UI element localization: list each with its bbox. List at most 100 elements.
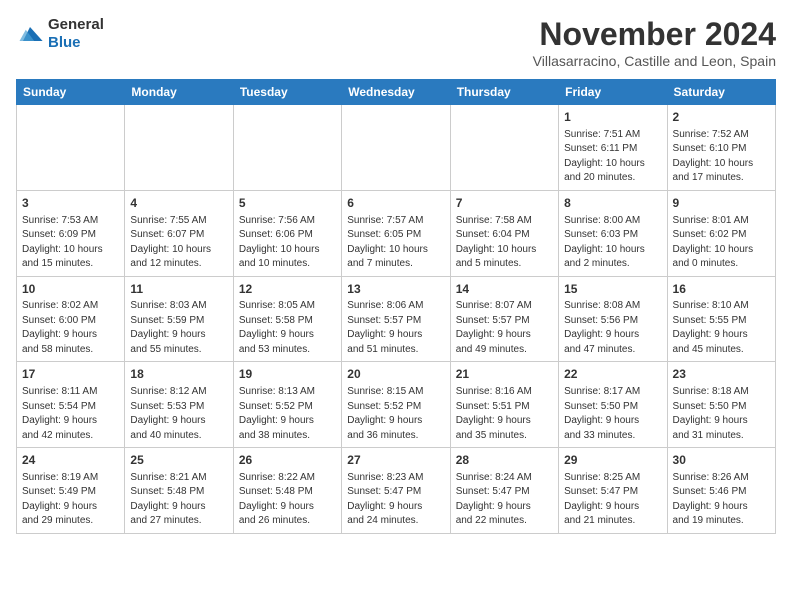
calendar-cell: 16Sunrise: 8:10 AM Sunset: 5:55 PM Dayli… (667, 276, 775, 362)
day-number: 2 (673, 109, 770, 126)
calendar-week-4: 17 Sunrise: 8:11 AM Sunset: 5:54 PM Dayli… (17, 362, 776, 448)
calendar-cell: 6 Sunrise: 7:57 AM Sunset: 6:05 PM Daylig… (342, 190, 450, 276)
location-subtitle: Villasarracino, Castille and Leon, Spain (533, 53, 776, 69)
calendar-cell: 30 Sunrise: 8:26 AM Sunset: 5:46 PM Dayli… (667, 448, 775, 534)
day-number: 13 (347, 281, 444, 298)
page-header: General Blue November 2024 Villasarracin… (16, 16, 776, 69)
day-info: Sunrise: 8:00 AM Sunset: 6:03 PM Dayligh… (564, 214, 661, 272)
day-number: 6 (347, 195, 444, 212)
day-number: 23 (673, 366, 770, 383)
day-info: Sunrise: 8:22 AM Sunset: 5:48 PM Dayligh… (239, 471, 336, 529)
weekday-header-friday: Friday (559, 80, 667, 105)
day-number: 22 (564, 366, 661, 383)
day-info: Sunrise: 8:11 AM Sunset: 5:54 PM Dayligh… (22, 385, 119, 443)
calendar-cell: 25 Sunrise: 8:21 AM Sunset: 5:48 PM Dayli… (125, 448, 233, 534)
day-number: 5 (239, 195, 336, 212)
day-info: Sunrise: 7:52 AM Sunset: 6:10 PM Dayligh… (673, 128, 770, 186)
calendar-cell (125, 105, 233, 191)
day-info: Sunrise: 8:21 AM Sunset: 5:48 PM Dayligh… (130, 471, 227, 529)
day-info: Sunrise: 8:23 AM Sunset: 5:47 PM Dayligh… (347, 471, 444, 529)
day-info: Sunrise: 8:01 AM Sunset: 6:02 PM Dayligh… (673, 214, 770, 272)
calendar-cell: 8 Sunrise: 8:00 AM Sunset: 6:03 PM Daylig… (559, 190, 667, 276)
day-number: 28 (456, 452, 553, 469)
calendar-cell: 7 Sunrise: 7:58 AM Sunset: 6:04 PM Daylig… (450, 190, 558, 276)
calendar-cell: 29Sunrise: 8:25 AM Sunset: 5:47 PM Dayli… (559, 448, 667, 534)
calendar-cell: 10Sunrise: 8:02 AM Sunset: 6:00 PM Dayli… (17, 276, 125, 362)
logo-icon (16, 20, 44, 48)
calendar-cell: 3 Sunrise: 7:53 AM Sunset: 6:09 PM Daylig… (17, 190, 125, 276)
day-number: 25 (130, 452, 227, 469)
day-info: Sunrise: 8:16 AM Sunset: 5:51 PM Dayligh… (456, 385, 553, 443)
calendar-cell: 28 Sunrise: 8:24 AM Sunset: 5:47 PM Dayli… (450, 448, 558, 534)
day-info: Sunrise: 8:03 AM Sunset: 5:59 PM Dayligh… (130, 299, 227, 357)
calendar-cell: 22 Sunrise: 8:17 AM Sunset: 5:50 PM Dayli… (559, 362, 667, 448)
day-number: 17 (22, 366, 119, 383)
day-info: Sunrise: 7:57 AM Sunset: 6:05 PM Dayligh… (347, 214, 444, 272)
day-number: 4 (130, 195, 227, 212)
weekday-header-sunday: Sunday (17, 80, 125, 105)
day-info: Sunrise: 7:55 AM Sunset: 6:07 PM Dayligh… (130, 214, 227, 272)
calendar-cell: 27Sunrise: 8:23 AM Sunset: 5:47 PM Dayli… (342, 448, 450, 534)
day-number: 14 (456, 281, 553, 298)
calendar-cell: 18 Sunrise: 8:12 AM Sunset: 5:53 PM Dayli… (125, 362, 233, 448)
logo-blue: Blue (48, 34, 81, 51)
calendar-week-1: 1 Sunrise: 7:51 AM Sunset: 6:11 PM Daylig… (17, 105, 776, 191)
calendar-cell (233, 105, 341, 191)
day-info: Sunrise: 7:51 AM Sunset: 6:11 PM Dayligh… (564, 128, 661, 186)
day-number: 21 (456, 366, 553, 383)
day-number: 19 (239, 366, 336, 383)
day-info: Sunrise: 7:56 AM Sunset: 6:06 PM Dayligh… (239, 214, 336, 272)
day-info: Sunrise: 8:15 AM Sunset: 5:52 PM Dayligh… (347, 385, 444, 443)
weekday-header-saturday: Saturday (667, 80, 775, 105)
day-info: Sunrise: 7:53 AM Sunset: 6:09 PM Dayligh… (22, 214, 119, 272)
calendar-cell: 13Sunrise: 8:06 AM Sunset: 5:57 PM Dayli… (342, 276, 450, 362)
day-info: Sunrise: 8:13 AM Sunset: 5:52 PM Dayligh… (239, 385, 336, 443)
calendar-cell: 20 Sunrise: 8:15 AM Sunset: 5:52 PM Dayli… (342, 362, 450, 448)
day-info: Sunrise: 8:26 AM Sunset: 5:46 PM Dayligh… (673, 471, 770, 529)
day-number: 12 (239, 281, 336, 298)
day-number: 18 (130, 366, 227, 383)
weekday-header-wednesday: Wednesday (342, 80, 450, 105)
logo-general: General (48, 16, 104, 33)
day-info: Sunrise: 8:10 AM Sunset: 5:55 PM Dayligh… (673, 299, 770, 357)
calendar-cell: 2 Sunrise: 7:52 AM Sunset: 6:10 PM Daylig… (667, 105, 775, 191)
calendar-cell (342, 105, 450, 191)
calendar-cell: 23 Sunrise: 8:18 AM Sunset: 5:50 PM Dayli… (667, 362, 775, 448)
day-number: 3 (22, 195, 119, 212)
calendar-cell: 9 Sunrise: 8:01 AM Sunset: 6:02 PM Daylig… (667, 190, 775, 276)
day-info: Sunrise: 8:12 AM Sunset: 5:53 PM Dayligh… (130, 385, 227, 443)
calendar-cell: 17 Sunrise: 8:11 AM Sunset: 5:54 PM Dayli… (17, 362, 125, 448)
calendar-cell: 11Sunrise: 8:03 AM Sunset: 5:59 PM Dayli… (125, 276, 233, 362)
calendar-cell: 14Sunrise: 8:07 AM Sunset: 5:57 PM Dayli… (450, 276, 558, 362)
day-number: 9 (673, 195, 770, 212)
day-info: Sunrise: 7:58 AM Sunset: 6:04 PM Dayligh… (456, 214, 553, 272)
day-info: Sunrise: 8:02 AM Sunset: 6:00 PM Dayligh… (22, 299, 119, 357)
calendar-cell: 26 Sunrise: 8:22 AM Sunset: 5:48 PM Dayli… (233, 448, 341, 534)
calendar-week-2: 3 Sunrise: 7:53 AM Sunset: 6:09 PM Daylig… (17, 190, 776, 276)
day-number: 20 (347, 366, 444, 383)
calendar-cell: 1 Sunrise: 7:51 AM Sunset: 6:11 PM Daylig… (559, 105, 667, 191)
day-number: 26 (239, 452, 336, 469)
logo: General Blue (16, 16, 104, 52)
day-info: Sunrise: 8:25 AM Sunset: 5:47 PM Dayligh… (564, 471, 661, 529)
calendar-cell: 24Sunrise: 8:19 AM Sunset: 5:49 PM Dayli… (17, 448, 125, 534)
weekday-header-tuesday: Tuesday (233, 80, 341, 105)
day-info: Sunrise: 8:05 AM Sunset: 5:58 PM Dayligh… (239, 299, 336, 357)
day-number: 1 (564, 109, 661, 126)
weekday-header-thursday: Thursday (450, 80, 558, 105)
calendar-cell (450, 105, 558, 191)
calendar-cell: 4 Sunrise: 7:55 AM Sunset: 6:07 PM Daylig… (125, 190, 233, 276)
day-info: Sunrise: 8:18 AM Sunset: 5:50 PM Dayligh… (673, 385, 770, 443)
day-info: Sunrise: 8:08 AM Sunset: 5:56 PM Dayligh… (564, 299, 661, 357)
day-info: Sunrise: 8:24 AM Sunset: 5:47 PM Dayligh… (456, 471, 553, 529)
calendar-table: SundayMondayTuesdayWednesdayThursdayFrid… (16, 79, 776, 534)
day-info: Sunrise: 8:17 AM Sunset: 5:50 PM Dayligh… (564, 385, 661, 443)
day-number: 7 (456, 195, 553, 212)
calendar-cell: 21 Sunrise: 8:16 AM Sunset: 5:51 PM Dayli… (450, 362, 558, 448)
month-title: November 2024 (533, 16, 776, 53)
day-number: 30 (673, 452, 770, 469)
day-number: 8 (564, 195, 661, 212)
calendar-cell: 12Sunrise: 8:05 AM Sunset: 5:58 PM Dayli… (233, 276, 341, 362)
day-info: Sunrise: 8:07 AM Sunset: 5:57 PM Dayligh… (456, 299, 553, 357)
day-number: 16 (673, 281, 770, 298)
